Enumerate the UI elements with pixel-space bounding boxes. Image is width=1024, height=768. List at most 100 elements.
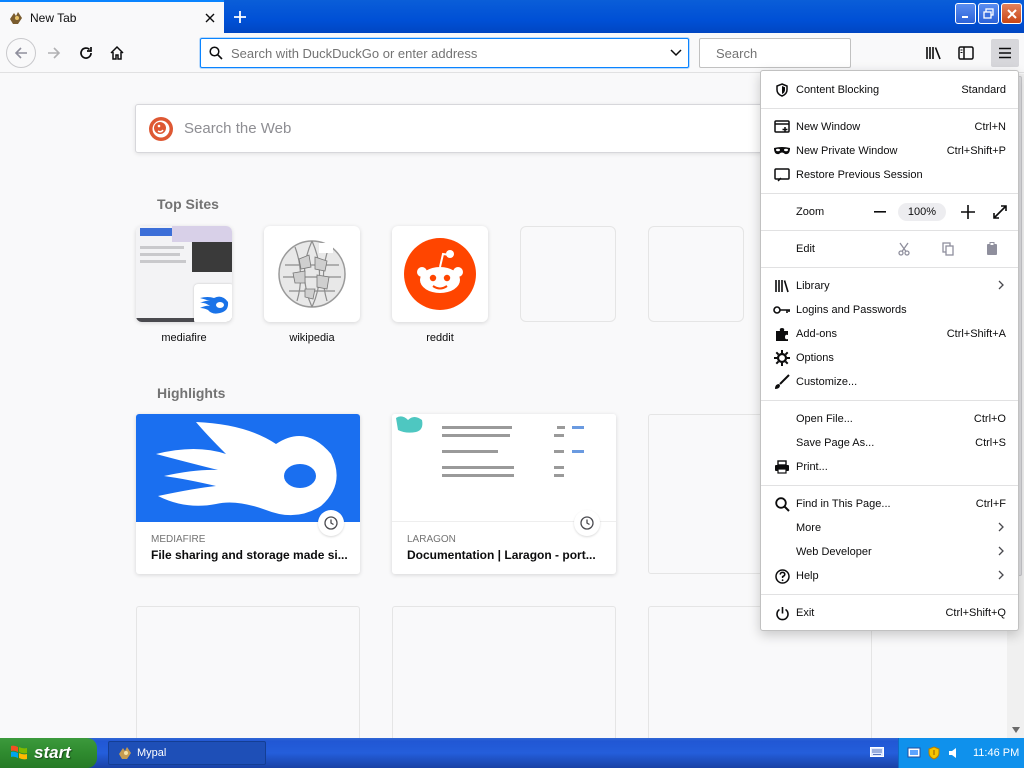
keyboard-icon[interactable] <box>870 746 884 758</box>
library-button[interactable] <box>920 39 948 67</box>
new-tab-button[interactable] <box>228 5 252 29</box>
close-icon <box>1006 8 1017 19</box>
empty-top-site-slot[interactable] <box>520 226 616 322</box>
restore-session-icon <box>773 167 791 183</box>
back-button[interactable] <box>6 38 36 68</box>
tab-new-tab[interactable]: New Tab <box>0 0 224 33</box>
empty-highlight-slot <box>136 606 360 738</box>
home-button[interactable] <box>103 39 131 67</box>
mediafire-flame-icon <box>156 422 337 516</box>
help-icon <box>773 568 791 584</box>
search-input[interactable] <box>716 45 892 61</box>
menu-label: Find in This Page... <box>796 498 891 510</box>
restore-button[interactable] <box>978 3 999 24</box>
menu-logins[interactable]: Logins and Passwords <box>761 298 1018 322</box>
menu-label: Customize... <box>796 376 858 388</box>
menu-label: Save Page As... <box>796 437 875 449</box>
volume-icon[interactable] <box>947 746 961 760</box>
menu-shortcut: Ctrl+Shift+Q <box>945 607 1006 619</box>
open-menu-button[interactable] <box>991 39 1019 67</box>
puzzle-icon <box>773 326 791 342</box>
menu-print[interactable]: Print... <box>761 455 1018 479</box>
forward-arrow-icon <box>48 47 61 59</box>
top-site-mediafire[interactable]: mediafire <box>136 226 232 344</box>
forward-button[interactable] <box>40 39 68 67</box>
library-icon <box>926 47 941 60</box>
menu-content-blocking[interactable]: Content Blocking Standard <box>761 78 1018 102</box>
start-button[interactable]: start <box>0 738 97 768</box>
highlight-card-laragon[interactable]: LARAGON Documentation | Laragon - port..… <box>392 414 616 574</box>
menu-shortcut: Ctrl+F <box>975 498 1006 510</box>
taskbar-item-mypal[interactable]: Mypal <box>108 741 266 765</box>
cut-icon[interactable] <box>882 242 926 256</box>
copy-icon[interactable] <box>926 242 970 256</box>
menu-edit: Edit <box>761 237 1018 261</box>
highlight-title: File sharing and storage made si... <box>151 548 348 562</box>
zoom-reset-button[interactable]: 100% <box>898 203 946 221</box>
close-window-button[interactable] <box>1001 3 1022 24</box>
sidebar-icon <box>958 46 974 60</box>
menu-label: Help <box>796 570 819 582</box>
search-icon <box>773 496 791 512</box>
highlight-card-mediafire[interactable]: MEDIAFIRE File sharing and storage made … <box>136 414 360 574</box>
paste-icon[interactable] <box>970 242 1014 256</box>
top-sites-heading: Top Sites <box>157 196 219 212</box>
zoom-out-button[interactable] <box>868 211 892 213</box>
menu-shortcut: Ctrl+N <box>974 121 1006 133</box>
menu-more[interactable]: More <box>761 516 1018 540</box>
menu-new-private-window[interactable]: New Private Window Ctrl+Shift+P <box>761 139 1018 163</box>
reddit-logo-icon <box>404 238 476 310</box>
highlight-title: Documentation | Laragon - port... <box>407 548 596 562</box>
mediafire-thumbnail <box>136 226 232 322</box>
chevron-right-icon <box>998 570 1004 583</box>
taskbar-item-label: Mypal <box>137 747 167 759</box>
new-window-icon <box>773 119 791 135</box>
search-icon <box>209 46 223 60</box>
clock-icon <box>574 510 600 536</box>
shield-icon <box>773 82 791 98</box>
menu-open-file[interactable]: Open File... Ctrl+O <box>761 407 1018 431</box>
fullscreen-icon[interactable] <box>988 205 1012 219</box>
reload-button[interactable] <box>72 39 100 67</box>
menu-restore-session[interactable]: Restore Previous Session <box>761 163 1018 187</box>
menu-icon-spacer <box>773 520 791 536</box>
menu-library[interactable]: Library <box>761 274 1018 298</box>
key-icon <box>773 302 791 318</box>
highlights-heading: Highlights <box>157 385 226 401</box>
menu-separator <box>761 594 1018 595</box>
menu-shortcut: Ctrl+S <box>975 437 1006 449</box>
menu-find-in-page[interactable]: Find in This Page... Ctrl+F <box>761 492 1018 516</box>
address-bar[interactable] <box>200 38 689 68</box>
top-site-reddit[interactable]: reddit <box>392 226 488 344</box>
menu-options[interactable]: Options <box>761 346 1018 370</box>
mypal-app-icon <box>119 747 131 759</box>
chevron-right-icon <box>998 522 1004 535</box>
empty-top-site-slot[interactable] <box>648 226 744 322</box>
network-icon[interactable] <box>907 746 921 760</box>
scroll-down-icon[interactable] <box>1010 724 1021 735</box>
menu-shortcut: Ctrl+Shift+A <box>946 328 1006 340</box>
chevron-down-icon[interactable] <box>664 49 688 57</box>
menu-new-window[interactable]: New Window Ctrl+N <box>761 115 1018 139</box>
menu-addons[interactable]: Add-ons Ctrl+Shift+A <box>761 322 1018 346</box>
menu-save-page[interactable]: Save Page As... Ctrl+S <box>761 431 1018 455</box>
zoom-in-button[interactable] <box>956 205 980 219</box>
top-site-label: reddit <box>426 332 454 344</box>
tab-close-icon[interactable] <box>200 8 220 28</box>
menu-label: Print... <box>796 461 828 473</box>
search-bar[interactable] <box>699 38 892 68</box>
address-input[interactable] <box>231 45 664 61</box>
top-site-label: mediafire <box>161 332 207 344</box>
printer-icon <box>773 459 791 475</box>
plus-icon <box>234 11 246 23</box>
sidebar-button[interactable] <box>952 39 980 67</box>
security-shield-icon[interactable] <box>927 746 941 760</box>
menu-customize[interactable]: Customize... <box>761 370 1018 394</box>
top-site-wikipedia[interactable]: wikipedia <box>264 226 360 344</box>
menu-exit[interactable]: Exit Ctrl+Shift+Q <box>761 601 1018 625</box>
menu-help[interactable]: Help <box>761 564 1018 588</box>
system-tray: 11:46 PM <box>898 738 1024 768</box>
menu-label: New Private Window <box>796 145 898 157</box>
menu-web-developer[interactable]: Web Developer <box>761 540 1018 564</box>
minimize-button[interactable] <box>955 3 976 24</box>
